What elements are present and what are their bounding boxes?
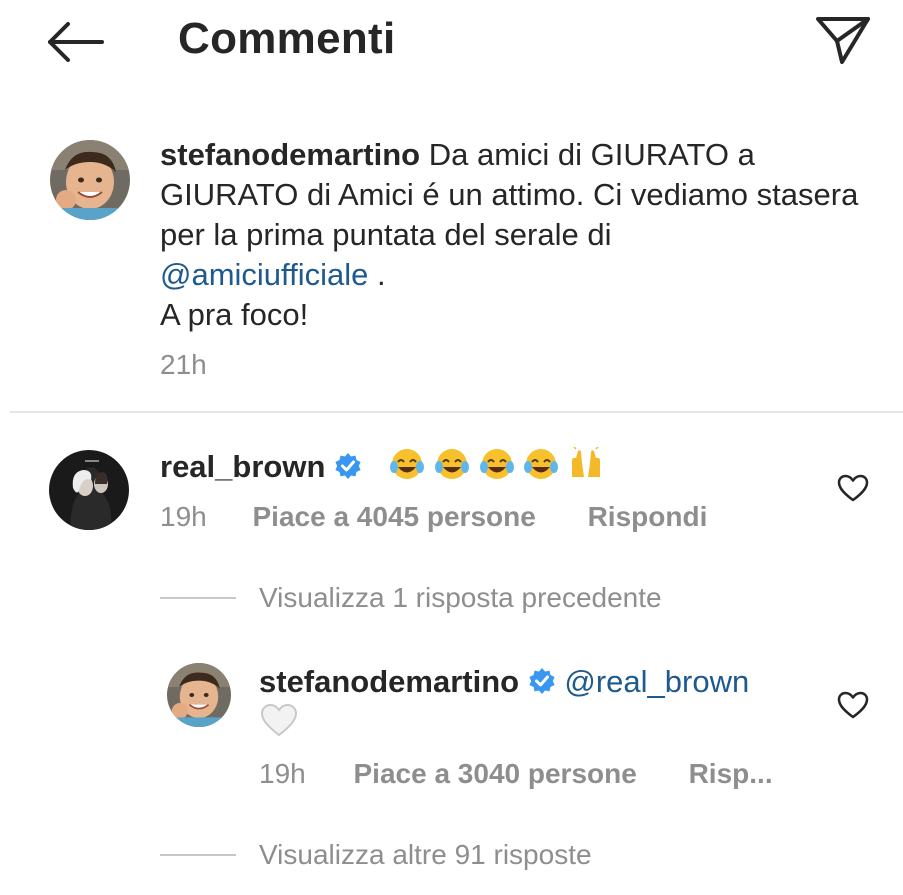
reply-emoji-line xyxy=(259,702,299,743)
post-avatar[interactable] xyxy=(50,140,130,220)
comment-meta: 19h Piace a 4045 persone Rispondi xyxy=(160,501,707,533)
reply-username[interactable]: stefanodemartino xyxy=(259,664,519,699)
reply-meta: 19h Piace a 3040 persone Risp... xyxy=(259,758,773,790)
post-username[interactable]: stefanodemartino xyxy=(160,137,420,172)
reply-likes-link[interactable]: Piace a 3040 persone xyxy=(354,758,637,789)
thread-line xyxy=(160,597,236,599)
verified-badge-icon xyxy=(335,453,361,479)
page-title: Commenti xyxy=(178,14,396,63)
view-previous-replies-button[interactable]: Visualizza 1 risposta precedente xyxy=(259,582,662,614)
comment-likes-link[interactable]: Piace a 4045 persone xyxy=(253,501,536,532)
face-with-tears-of-joy-icon xyxy=(390,449,425,479)
post-text-line: A pra foco! xyxy=(160,297,309,332)
back-button[interactable] xyxy=(46,20,106,64)
raising-hands-icon xyxy=(571,447,600,477)
paper-plane-icon xyxy=(816,17,870,64)
reply-avatar[interactable] xyxy=(167,663,231,727)
reply-reply-button[interactable]: Risp... xyxy=(689,758,773,789)
post-caption: stefanodemartino Da amici di GIURATO a G… xyxy=(160,135,860,335)
reply-mention[interactable]: @real_brown xyxy=(564,664,749,699)
child-avatar-image xyxy=(167,663,231,727)
divider xyxy=(10,411,903,413)
like-reply-button[interactable] xyxy=(836,690,870,720)
thread-line xyxy=(160,854,236,856)
face-with-tears-of-joy-icon xyxy=(434,449,469,479)
child-avatar-image xyxy=(50,140,130,220)
view-more-replies-button[interactable]: Visualizza altre 91 risposte xyxy=(259,839,592,871)
comment-body: real_brown xyxy=(160,447,604,487)
face-with-tears-of-joy-icon xyxy=(524,449,559,479)
verified-badge-icon xyxy=(529,668,555,694)
like-comment-button[interactable] xyxy=(836,473,870,503)
comment-username[interactable]: real_brown xyxy=(160,449,325,484)
send-button[interactable] xyxy=(814,14,872,66)
arrow-left-icon xyxy=(48,22,104,62)
heart-outline-icon xyxy=(837,691,869,719)
post-mention[interactable]: @amiciufficiale xyxy=(160,257,368,292)
comment-avatar[interactable] xyxy=(49,450,129,530)
comment-timestamp: 19h xyxy=(160,501,207,532)
white-heart-icon xyxy=(260,703,298,737)
comment-reply-button[interactable]: Rispondi xyxy=(588,501,708,532)
album-cover-avatar-image xyxy=(49,450,129,530)
reply-body: stefanodemartino @real_brown xyxy=(259,662,749,702)
face-with-tears-of-joy-icon xyxy=(479,449,514,479)
post-timestamp: 21h xyxy=(160,349,207,380)
heart-outline-icon xyxy=(837,474,869,502)
reply-timestamp: 19h xyxy=(259,758,306,789)
post-text-punct: . xyxy=(368,257,386,292)
